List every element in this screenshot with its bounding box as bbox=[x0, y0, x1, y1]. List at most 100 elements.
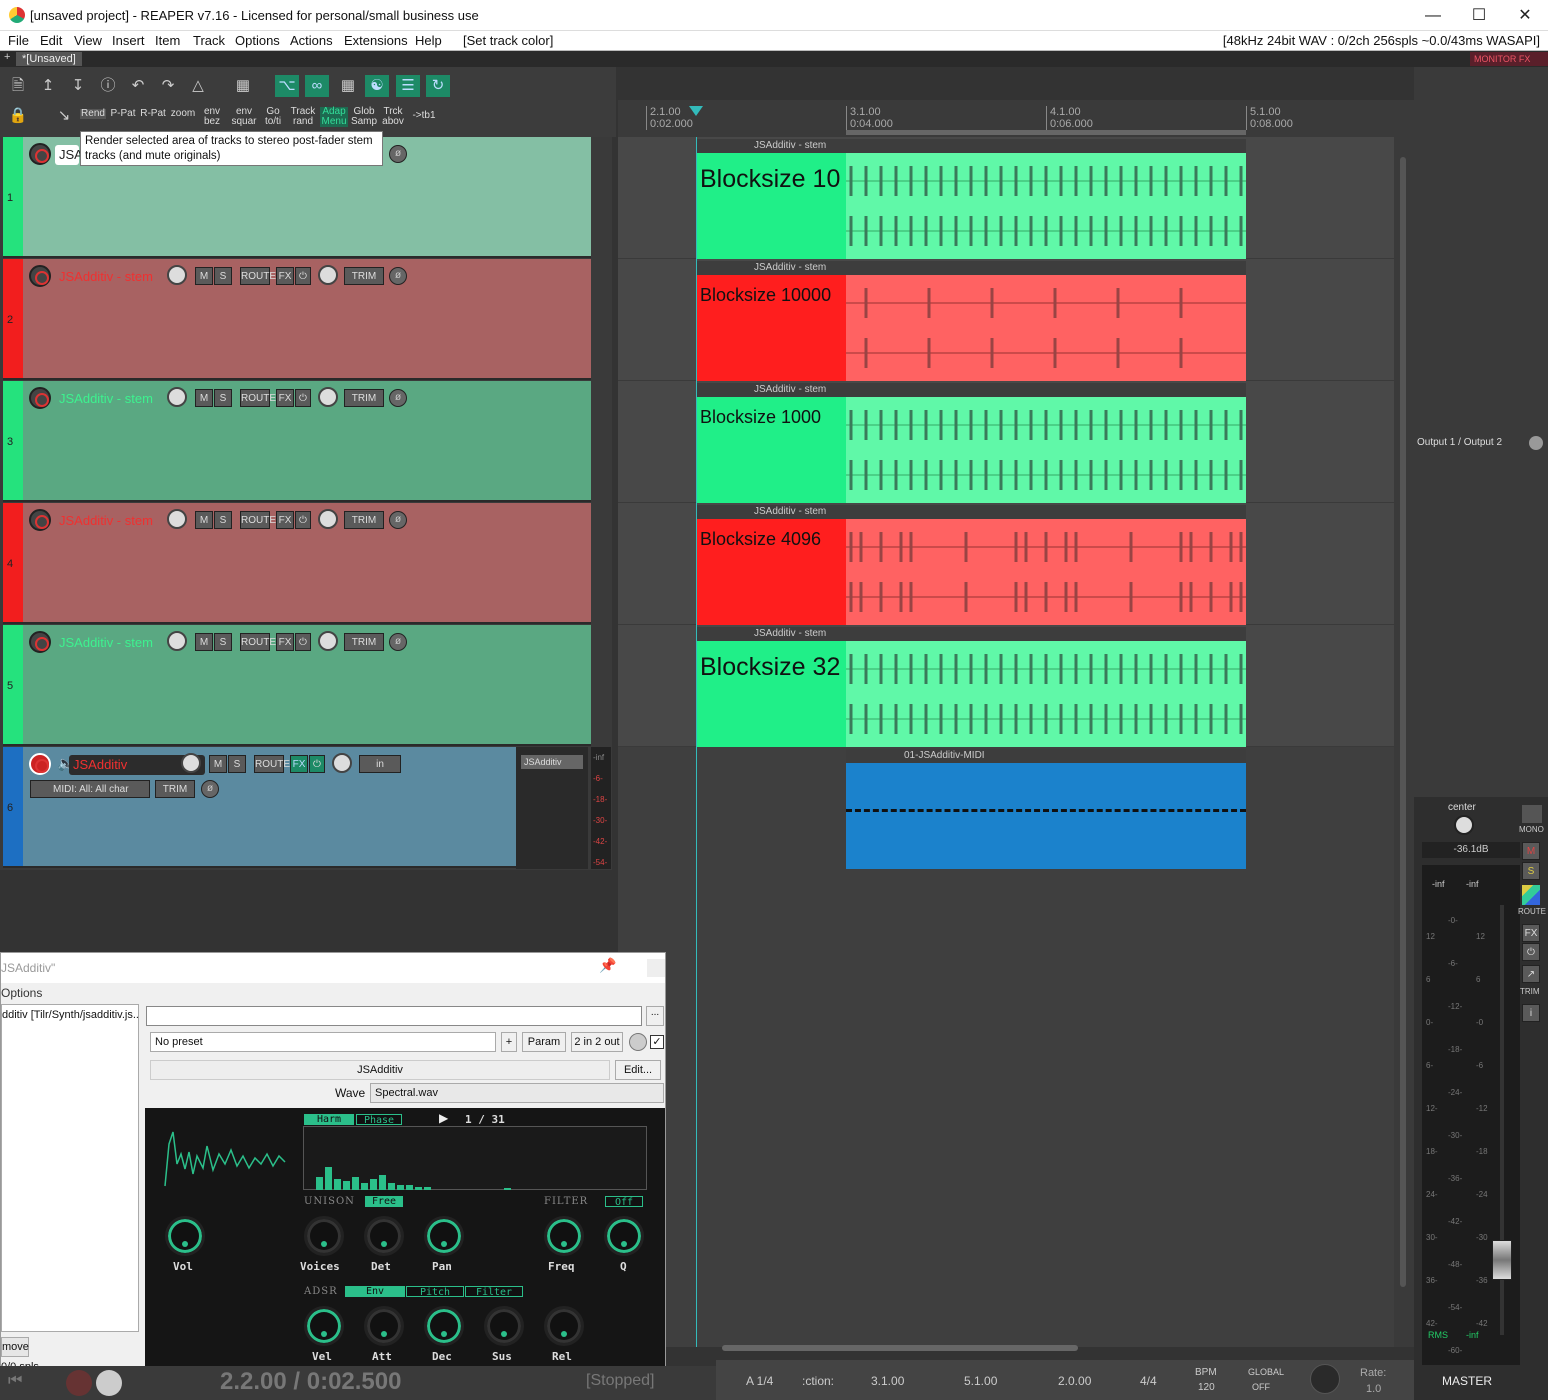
go-start-icon[interactable]: ⏮ bbox=[8, 1372, 22, 1390]
grid-readout[interactable]: A 1/4 bbox=[746, 1374, 773, 1388]
bpm-value[interactable]: 120 bbox=[1198, 1382, 1215, 1393]
time-selection-bar[interactable] bbox=[846, 130, 1246, 135]
dec-knob[interactable] bbox=[424, 1306, 464, 1346]
volume-knob[interactable] bbox=[167, 265, 187, 285]
pan-knob[interactable] bbox=[332, 753, 352, 773]
phase-tab[interactable]: Phase bbox=[356, 1114, 402, 1126]
pin-icon[interactable]: 📌 bbox=[599, 957, 616, 974]
media-item[interactable]: JSAdditiv - stem Blocksize 10000 bbox=[696, 261, 1246, 381]
fx-button[interactable]: FX bbox=[276, 511, 294, 529]
monitor-fx-button[interactable]: MONITOR FX bbox=[1470, 52, 1548, 66]
phase-icon[interactable]: ø bbox=[389, 145, 407, 163]
phase-icon[interactable]: ø bbox=[389, 511, 407, 529]
playhead-marker-icon[interactable] bbox=[689, 106, 703, 116]
record-arm-button[interactable] bbox=[29, 509, 51, 531]
envelope-link-icon[interactable]: ☯ bbox=[365, 75, 389, 97]
track-4[interactable]: 4 JSAdditiv - stem M S ROUTE FX ⏻ TRIM ø bbox=[3, 503, 591, 624]
toolbar-track-rand[interactable]: Track rand bbox=[287, 107, 319, 127]
phase-icon[interactable]: ø bbox=[389, 267, 407, 285]
play-button-icon[interactable] bbox=[96, 1370, 122, 1396]
record-arm-button[interactable] bbox=[29, 143, 51, 165]
phase-icon[interactable]: ø bbox=[201, 780, 219, 798]
voices-knob[interactable] bbox=[304, 1216, 344, 1256]
pan-knob[interactable] bbox=[318, 631, 338, 651]
timeline-ruler[interactable]: 2.1.00 0:02.000 3.1.00 0:04.000 4.1.00 0:06… bbox=[618, 100, 1414, 137]
menu-options[interactable]: Options bbox=[235, 33, 280, 48]
vertical-scrollbar-track[interactable] bbox=[1394, 137, 1414, 1347]
toolbar-tb1[interactable]: ->tb1 bbox=[410, 111, 438, 121]
pan-knob[interactable] bbox=[424, 1216, 464, 1256]
fx-search-input[interactable] bbox=[146, 1006, 642, 1026]
solo-button[interactable]: S bbox=[228, 755, 246, 773]
maximize-button[interactable]: ☐ bbox=[1456, 0, 1502, 31]
vel-knob[interactable] bbox=[304, 1306, 344, 1346]
selection-length[interactable]: 2.0.00 bbox=[1058, 1374, 1091, 1388]
media-item[interactable]: JSAdditiv - stem Blocksize 1000 bbox=[696, 383, 1246, 503]
track-name[interactable]: JSA bbox=[55, 145, 83, 165]
master-solo-button[interactable]: S bbox=[1522, 862, 1540, 880]
pitch-tab[interactable]: Pitch bbox=[406, 1286, 464, 1298]
toolbar-trck-abov[interactable]: Trck abov bbox=[380, 107, 406, 127]
fx-bypass-icon[interactable]: ⏻ bbox=[295, 511, 311, 529]
media-item[interactable]: JSAdditiv - stem Blocksize 32 bbox=[696, 627, 1246, 747]
fx-bypass-icon[interactable]: ⏻ bbox=[295, 389, 311, 407]
time-signature[interactable]: 4/4 bbox=[1140, 1374, 1157, 1388]
menu-item[interactable]: Item bbox=[155, 33, 180, 48]
toolbar-env-squar[interactable]: env squar bbox=[229, 107, 259, 127]
fx-options-menu[interactable]: Options bbox=[1, 986, 42, 1000]
metronome-icon[interactable]: △ bbox=[186, 75, 210, 97]
mute-button[interactable]: M bbox=[195, 389, 213, 407]
fx-button[interactable]: FX bbox=[276, 389, 294, 407]
volume-knob[interactable] bbox=[181, 753, 201, 773]
ripple-edit-icon[interactable]: ⌥ bbox=[275, 75, 299, 97]
rate-value[interactable]: 1.0 bbox=[1366, 1383, 1381, 1395]
master-pan-knob[interactable] bbox=[1454, 815, 1474, 835]
menu-set-track-color[interactable]: [Set track color] bbox=[463, 33, 553, 48]
pan-knob[interactable] bbox=[318, 387, 338, 407]
mono-icon[interactable] bbox=[1522, 805, 1542, 823]
mute-button[interactable]: M bbox=[209, 755, 227, 773]
snap-grid-icon[interactable]: ▦ bbox=[336, 75, 360, 97]
item-grouping-icon[interactable]: ∞ bbox=[305, 75, 329, 97]
rate-knob[interactable] bbox=[1310, 1364, 1340, 1394]
toolbar-adap-menu[interactable]: Adap Menu bbox=[320, 107, 348, 127]
track-5[interactable]: 5 JSAdditiv - stem M S ROUTE FX ⏻ TRIM ø bbox=[3, 625, 591, 746]
trim-button[interactable]: TRIM bbox=[155, 780, 195, 798]
fx-chain-list[interactable]: dditiv [Tilr/Synth/jsadditiv.js... bbox=[1, 1004, 139, 1332]
q-knob[interactable] bbox=[604, 1216, 644, 1256]
vertical-scrollbar[interactable] bbox=[1400, 157, 1406, 1287]
filter-tab[interactable]: Filter bbox=[465, 1286, 523, 1298]
io-button[interactable]: 2 in 2 out bbox=[571, 1032, 623, 1052]
master-trim-icon[interactable]: ↗ bbox=[1522, 965, 1540, 983]
wet-knob[interactable] bbox=[629, 1033, 647, 1051]
route-button[interactable]: ROUTE bbox=[240, 511, 276, 529]
freq-knob[interactable] bbox=[544, 1216, 584, 1256]
remove-fx-button[interactable]: move bbox=[1, 1337, 29, 1357]
output-knob[interactable] bbox=[1529, 436, 1543, 450]
toolbar-zoom[interactable]: zoom bbox=[169, 109, 197, 119]
fx-edit-button[interactable]: Edit... bbox=[615, 1060, 661, 1080]
fx-button[interactable]: FX bbox=[290, 755, 308, 773]
fx-bypass-icon[interactable]: ⏻ bbox=[295, 267, 311, 285]
fx-slot[interactable]: JSAdditiv bbox=[521, 755, 583, 769]
project-tab[interactable]: *[Unsaved] bbox=[16, 52, 82, 66]
rel-knob[interactable] bbox=[544, 1306, 584, 1346]
menu-extensions[interactable]: Extensions bbox=[344, 33, 408, 48]
record-arm-button[interactable] bbox=[29, 265, 51, 287]
menu-actions[interactable]: Actions bbox=[290, 33, 333, 48]
record-arm-button[interactable] bbox=[29, 753, 51, 775]
fx-bypass-icon[interactable]: ⏻ bbox=[295, 633, 311, 651]
solo-button[interactable]: S bbox=[214, 389, 232, 407]
mute-button[interactable]: M bbox=[195, 267, 213, 285]
play-icon[interactable]: ▶ bbox=[439, 1111, 448, 1125]
record-button-icon[interactable] bbox=[66, 1370, 92, 1396]
menu-file[interactable]: File bbox=[8, 33, 29, 48]
param-button[interactable]: Param bbox=[522, 1032, 566, 1052]
menu-track[interactable]: Track bbox=[193, 33, 225, 48]
fx-enable-checkbox[interactable]: ✓ bbox=[650, 1035, 664, 1049]
global-off[interactable]: OFF bbox=[1252, 1382, 1270, 1392]
fx-button[interactable]: FX bbox=[276, 633, 294, 651]
audio-status[interactable]: [48kHz 24bit WAV : 0/2ch 256spls ~0.0/43… bbox=[1223, 33, 1540, 48]
menu-edit[interactable]: Edit bbox=[40, 33, 62, 48]
route-button[interactable]: ROUTE bbox=[254, 755, 290, 773]
